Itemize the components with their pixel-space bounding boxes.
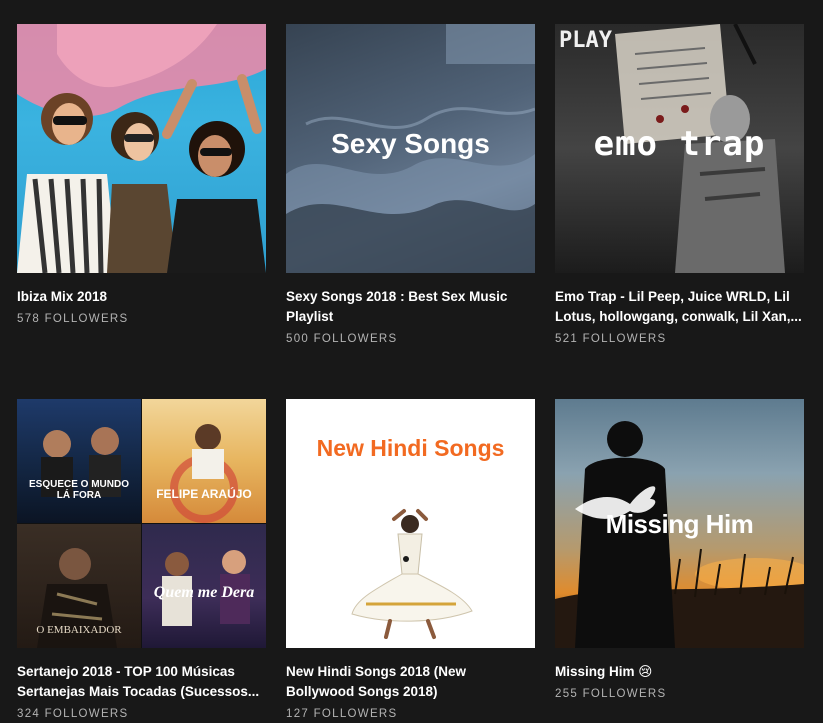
playlist-title[interactable]: Missing Him 😢 [555, 662, 804, 682]
mosaic-tile-3: O EMBAIXADOR [17, 524, 141, 648]
playlist-followers: 578 FOLLOWERS [17, 313, 129, 325]
playlist-title[interactable]: Sertanejo 2018 - TOP 100 Músicas Sertane… [17, 662, 266, 702]
playlist-card-new-hindi-songs[interactable]: New Hindi Songs New Hindi Songs 2018 (Ne… [286, 399, 535, 720]
playlist-followers: 255 FOLLOWERS [555, 688, 667, 700]
playlist-cover-sexy-songs[interactable]: Sexy Songs [286, 24, 535, 273]
playlist-followers: 521 FOLLOWERS [555, 333, 667, 345]
mosaic-tile-1: ESQUECE O MUNDO LÁ FORA [17, 399, 141, 523]
playlist-cover-emo-trap[interactable]: PLAY emo trap [555, 24, 804, 273]
mosaic-tile-4-text: Quem me Dera [153, 584, 255, 601]
playlist-card-ibiza[interactable]: Ibiza Mix 2018 578 FOLLOWERS [17, 24, 266, 325]
playlist-title[interactable]: New Hindi Songs 2018 (New Bollywood Song… [286, 662, 535, 702]
mosaic-tile-4: Quem me Dera [142, 524, 266, 648]
playlist-title[interactable]: Emo Trap - Lil Peep, Juice WRLD, Lil Lot… [555, 287, 804, 327]
playlist-followers: 324 FOLLOWERS [17, 708, 129, 720]
playlist-grid: Ibiza Mix 2018 578 FOLLOWERS Sexy Songs … [0, 0, 823, 723]
playlist-card-missing-him[interactable]: Missing Him Missing Him 😢 255 FOLLOWERS [555, 399, 804, 700]
playlist-cover-sertanejo[interactable]: ESQUECE O MUNDO LÁ FORA FELIPE ARAÚJO O … [17, 399, 266, 648]
playlist-card-emo-trap[interactable]: PLAY emo trap Emo Trap - Lil Peep, Juice… [555, 24, 804, 345]
cover-title-sexy-songs: Sexy Songs [331, 128, 490, 159]
playlist-followers: 500 FOLLOWERS [286, 333, 398, 345]
mosaic-tile-2: FELIPE ARAÚJO [142, 399, 266, 523]
playlist-title[interactable]: Ibiza Mix 2018 [17, 287, 266, 307]
playlist-cover-new-hindi-songs[interactable]: New Hindi Songs [286, 399, 535, 648]
mosaic-tile-2-text: FELIPE ARAÚJO [156, 487, 252, 501]
cover-title-emo-trap: emo trap [593, 124, 766, 164]
playlist-cover-missing-him[interactable]: Missing Him [555, 399, 804, 648]
dancer-illustration [351, 509, 473, 639]
ibiza-photo [17, 24, 266, 273]
playlist-card-sertanejo[interactable]: ESQUECE O MUNDO LÁ FORA FELIPE ARAÚJO O … [17, 399, 266, 720]
cover-title-missing-him: Missing Him [605, 509, 754, 539]
playlist-followers: 127 FOLLOWERS [286, 708, 398, 720]
mosaic-tile-1-text: ESQUECE O MUNDO LÁ FORA [28, 479, 129, 501]
playlist-title[interactable]: Sexy Songs 2018 : Best Sex Music Playlis… [286, 287, 535, 327]
playlist-cover-ibiza[interactable] [17, 24, 266, 273]
mosaic-tile-3-text: O EMBAIXADOR [36, 624, 122, 636]
playlist-card-sexy-songs[interactable]: Sexy Songs Sexy Songs 2018 : Best Sex Mu… [286, 24, 535, 345]
cover-badge-play: PLAY [559, 28, 612, 53]
